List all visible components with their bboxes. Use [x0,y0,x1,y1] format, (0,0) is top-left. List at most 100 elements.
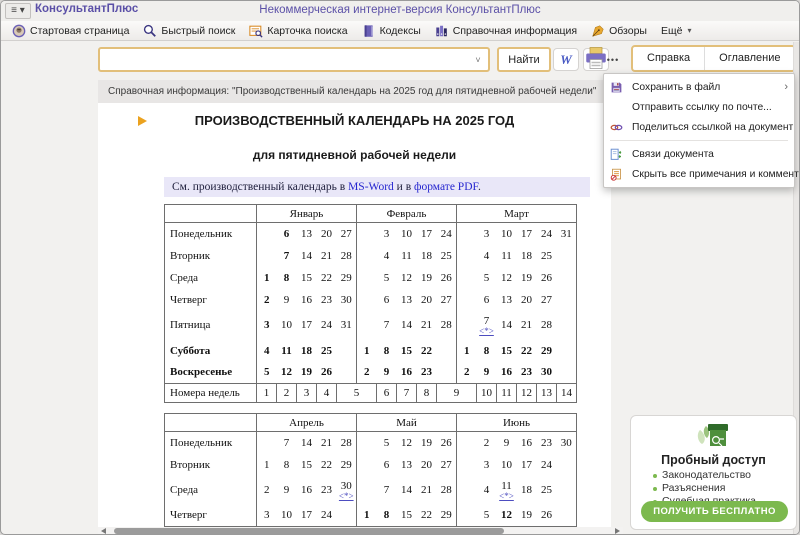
scroll-left-arrow-icon[interactable] [101,528,106,534]
promo-title: Пробный доступ [631,453,796,467]
day-cell: 7 [377,476,397,505]
day-cell: 28 [437,476,457,505]
menu-item-send-link-mail[interactable]: Отправить ссылку по почте... [604,97,794,117]
toolbar-item-label: Кодексы [380,25,421,37]
day-cell [357,223,377,245]
search-input[interactable] [100,49,468,70]
day-cell: 23 [317,289,337,311]
day-cell: 8 [477,340,497,362]
day-cell: 24 [317,505,337,527]
day-cell: 1 [257,267,277,289]
week-number-cell: 9 [437,384,477,403]
day-cell: 19 [417,432,437,454]
main-toolbar: Стартовая страница Быстрый поискКарточка … [1,21,799,41]
toolbar-item-label: Справочная информация [453,25,577,37]
toolbar-item-search-card[interactable]: Карточка поиска [242,23,354,39]
day-cell: 20 [417,289,437,311]
scroll-right-arrow-icon[interactable] [615,528,620,534]
day-cell: 24 [537,454,557,476]
day-cell: 26 [317,362,337,384]
toolbar-item-start-page[interactable]: Стартовая страница [5,23,136,39]
day-cell [557,245,577,267]
week-number-cell: 4 [317,384,337,403]
save-file-icon [610,81,625,94]
horizontal-scrollbar[interactable] [98,527,623,535]
day-cell: 13 [297,223,317,245]
toolbar-item-quick-search[interactable]: Быстрый поиск [136,23,242,39]
menu-item-share-link[interactable]: Поделиться ссылкой на документ [604,117,794,137]
day-cell [257,245,277,267]
search-history-chevron-icon[interactable]: ˅ [468,55,488,65]
ms-word-link[interactable]: MS-Word [348,181,394,193]
toolbar-item-more-menu[interactable]: Ещё▾ [654,24,699,38]
month-header: Май [357,414,457,432]
day-cell: 28 [537,311,557,340]
more-actions-button ellipsis-icon[interactable]: ••• [601,49,625,70]
day-cell [557,505,577,527]
hide-notes-icon [610,168,625,181]
day-cell: 3 [257,505,277,527]
menu-separator [610,140,788,141]
menu-item-label: Сохранить в файл [632,82,720,93]
see-note-text: См. производственный календарь в [172,181,348,193]
day-cell: 25 [537,245,557,267]
pdf-link[interactable]: формате PDF [414,181,478,193]
day-cell: 1 [357,340,377,362]
week-number-cell: 8 [417,384,437,403]
weekday-label: Суббота [165,340,257,362]
calendar-q2-container: АпрельМайИюньПонедельник7142128512192629… [164,413,577,527]
day-cell: 1 [357,505,377,527]
find-button[interactable]: Найти [497,47,551,72]
day-cell: 18 [517,245,537,267]
day-cell [437,340,457,362]
day-cell: 5 [377,267,397,289]
toolbar-item-reviews-pen[interactable]: Обзоры [584,23,654,39]
window-title: Некоммерческая интернет-версия Консульта… [259,4,540,16]
day-cell: 6 [377,289,397,311]
toolbar-item-codes[interactable]: Кодексы [355,23,428,39]
footnote-link[interactable]: <*> [497,492,517,500]
menu-item-save-file[interactable]: Сохранить в файл› [604,77,794,97]
week-numbers-row: Номера недель1234567891011121314 [165,384,577,403]
help-button[interactable]: Справка [633,47,704,70]
document-title: ПРОИЗВОДСТВЕННЫЙ КАЛЕНДАРЬ НА 2025 ГОД [98,113,611,128]
day-cell: 30 [537,362,557,384]
export-word-button word-icon[interactable]: W [553,48,579,71]
day-cell: 18 [297,340,317,362]
month-header-row: ЯнварьФевральМарт [165,205,577,223]
toc-button[interactable]: Оглавление [705,47,794,70]
day-cell: 9 [377,362,397,384]
day-cell: 10 [497,454,517,476]
day-cell: 14 [397,311,417,340]
day-cell: 3 [377,223,397,245]
day-cell: 19 [417,267,437,289]
day-cell: 22 [517,340,537,362]
toolbar-item-label: Стартовая страница [30,25,129,37]
document-viewport: Справочная информация: "Производственный… [98,80,611,527]
weekday-label: Пятница [165,311,257,340]
main-menu-button hamburger-icon[interactable]: ≡ ▾ [5,3,31,19]
horizontal-scrollbar-thumb[interactable] [114,528,504,534]
day-cell: 29 [437,505,457,527]
see-also-note: См. производственный календарь в MS-Word… [164,177,590,197]
day-cell: 17 [297,505,317,527]
day-cell: 2 [457,362,477,384]
day-cell [557,267,577,289]
toolbar-item-reference-info[interactable]: Справочная информация [428,23,584,39]
menu-item-hide-notes[interactable]: Скрыть все примечания и комментарии [604,164,794,184]
calendar-row: Вторник714212841118254111825 [165,245,577,267]
day-cell: 7<*> [477,311,497,340]
day-cell: 7 [277,432,297,454]
menu-item-doc-links[interactable]: Связи документа [604,144,794,164]
week-numbers-label: Номера недель [165,384,257,403]
day-cell: 17 [297,311,317,340]
toolbar-item-label: Ещё [661,25,682,37]
footnote-link[interactable]: <*> [337,492,357,500]
day-cell: 30 [337,289,357,311]
day-cell: 26 [437,432,457,454]
get-free-button[interactable]: ПОЛУЧИТЬ БЕСПЛАТНО [641,501,788,522]
day-cell: 19 [517,267,537,289]
footnote-link[interactable]: <*> [477,327,497,335]
document-actions-menu: Сохранить в файл›Отправить ссылку по поч… [603,73,795,188]
titlebar: ≡ ▾ КонсультантПлюс Некоммерческая интер… [1,1,799,21]
